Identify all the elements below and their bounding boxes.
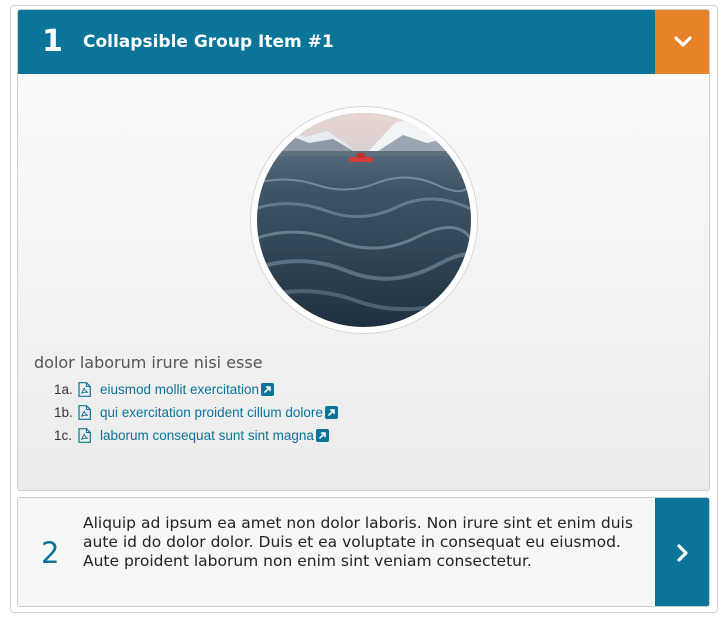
accordion-item-1: 1 Collapsible Group Item #1 dolor laboru…	[17, 9, 710, 491]
external-link-icon[interactable]	[324, 406, 338, 419]
accordion-item-1-body: dolor laborum irure nisi esse 1a. eiusmo…	[18, 74, 709, 490]
collapse-toggle-button[interactable]	[655, 10, 709, 74]
document-number: 1a.	[54, 382, 73, 397]
expand-toggle-button[interactable]	[655, 498, 709, 606]
external-link-icon[interactable]	[261, 383, 275, 396]
document-list: 1a. eiusmod mollit exercitation 1b. qui …	[54, 378, 338, 447]
document-link[interactable]: qui exercitation proident cillum dolore	[100, 401, 323, 424]
section-heading: dolor laborum irure nisi esse	[34, 353, 263, 372]
chevron-down-icon	[674, 36, 692, 47]
document-list-item: 1c. laborum consequat sunt sint magna	[54, 424, 338, 447]
document-link[interactable]: eiusmod mollit exercitation	[100, 378, 259, 401]
accordion-item-2[interactable]: 2 Aliquip ad ipsum ea amet non dolor lab…	[17, 497, 710, 607]
photo-frame	[250, 106, 478, 334]
chevron-right-icon	[677, 544, 688, 562]
item-number: 2	[41, 536, 60, 570]
pdf-file-icon	[78, 382, 91, 397]
document-link[interactable]: laborum consequat sunt sint magna	[100, 424, 314, 447]
ocean-photo	[257, 113, 471, 327]
pdf-file-icon	[78, 428, 91, 443]
document-list-item: 1a. eiusmod mollit exercitation	[54, 378, 338, 401]
item-number: 1	[42, 24, 63, 59]
accordion-item-1-header[interactable]: 1 Collapsible Group Item #1	[18, 10, 655, 74]
external-link-icon[interactable]	[315, 429, 329, 442]
document-number: 1c.	[54, 428, 73, 443]
document-list-item: 1b. qui exercitation proident cillum dol…	[54, 401, 338, 424]
pdf-file-icon	[78, 405, 91, 420]
item-description: Aliquip ad ipsum ea amet non dolor labor…	[83, 514, 633, 570]
document-number: 1b.	[54, 405, 73, 420]
item-title: Collapsible Group Item #1	[83, 32, 334, 52]
